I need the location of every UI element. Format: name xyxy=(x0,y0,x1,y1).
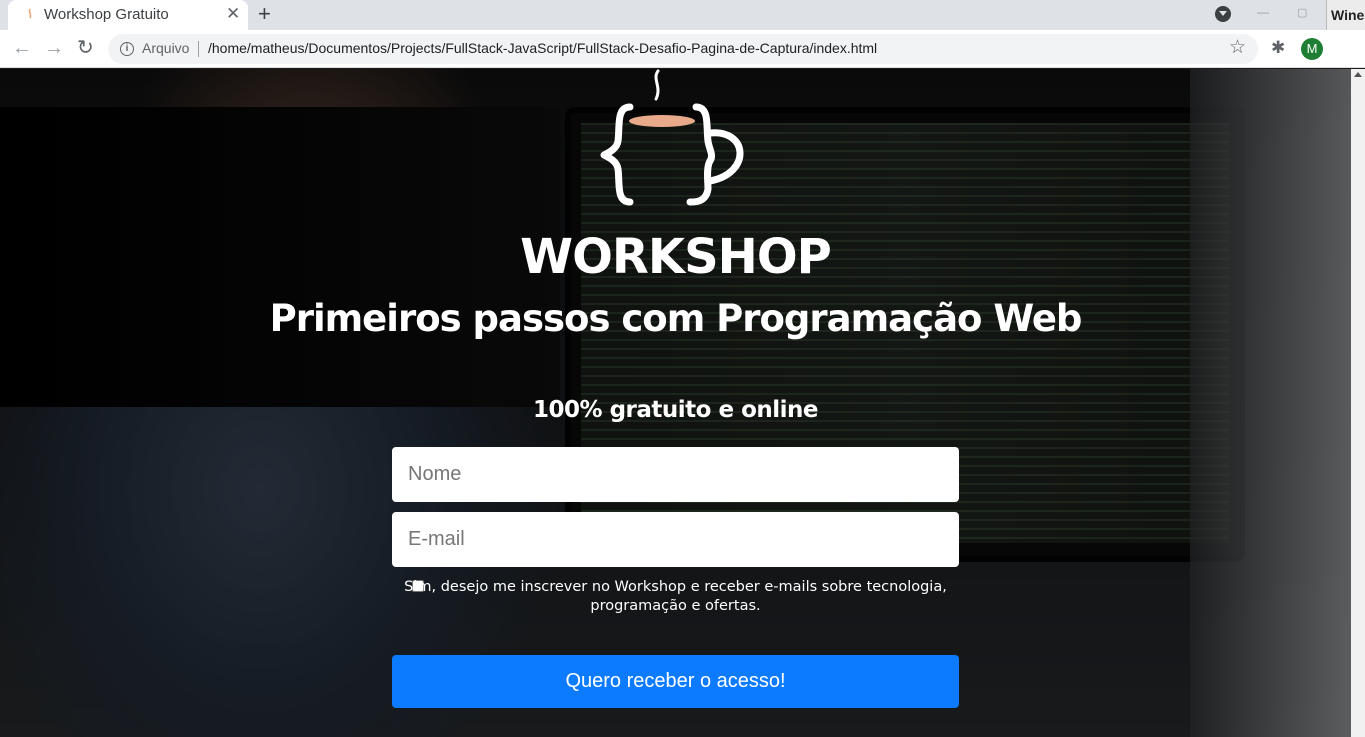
tab-search-icon[interactable] xyxy=(1215,6,1231,22)
minimize-icon[interactable]: — xyxy=(1257,5,1269,19)
info-icon[interactable]: i xyxy=(120,42,134,56)
close-tab-icon[interactable]: ✕ xyxy=(226,5,240,23)
profile-avatar[interactable]: M xyxy=(1301,38,1323,60)
wine-label: Wine xyxy=(1331,7,1365,23)
page-title: WORKSHOP xyxy=(520,229,832,285)
reload-icon[interactable]: ↻ xyxy=(77,37,94,59)
consent-label: Sim, desejo me inscrever no Workshop e r… xyxy=(404,579,947,614)
email-field[interactable] xyxy=(392,512,959,567)
submit-button[interactable]: Quero receber o acesso! xyxy=(392,655,959,708)
tagline: 100% gratuito e online xyxy=(533,397,818,423)
url-text[interactable]: /home/matheus/Documentos/Projects/FullSt… xyxy=(208,40,877,56)
scroll-up-icon[interactable] xyxy=(1354,72,1362,77)
extensions-icon[interactable]: ✱ xyxy=(1271,38,1285,58)
tab-title: Workshop Gratuito xyxy=(44,6,169,23)
maximize-icon[interactable]: ▢ xyxy=(1297,6,1307,19)
favicon-icon xyxy=(28,8,32,19)
coffee-braces-logo-icon xyxy=(600,69,744,206)
page-scrollbar[interactable] xyxy=(1351,69,1365,737)
address-bar[interactable]: i Arquivo /home/matheus/Documentos/Proje… xyxy=(108,34,1258,64)
omnibox-divider xyxy=(198,41,199,57)
browser-tab[interactable]: Workshop Gratuito ✕ xyxy=(8,0,248,30)
browser-toolbar: ← → ↻ i Arquivo /home/matheus/Documentos… xyxy=(0,30,1365,68)
scheme-label: Arquivo xyxy=(142,40,190,56)
new-tab-button[interactable]: + xyxy=(258,2,271,26)
name-field[interactable] xyxy=(392,447,959,502)
forward-icon[interactable]: → xyxy=(44,38,64,58)
back-icon[interactable]: ← xyxy=(12,38,32,58)
page-subtitle: Primeiros passos com Programação Web xyxy=(269,297,1083,340)
bookmark-star-icon[interactable]: ☆ xyxy=(1229,36,1246,59)
landing-page: WORKSHOP Primeiros passos com Programaçã… xyxy=(0,69,1351,737)
browser-tab-bar: Workshop Gratuito ✕ + — ▢ xyxy=(0,0,1365,30)
